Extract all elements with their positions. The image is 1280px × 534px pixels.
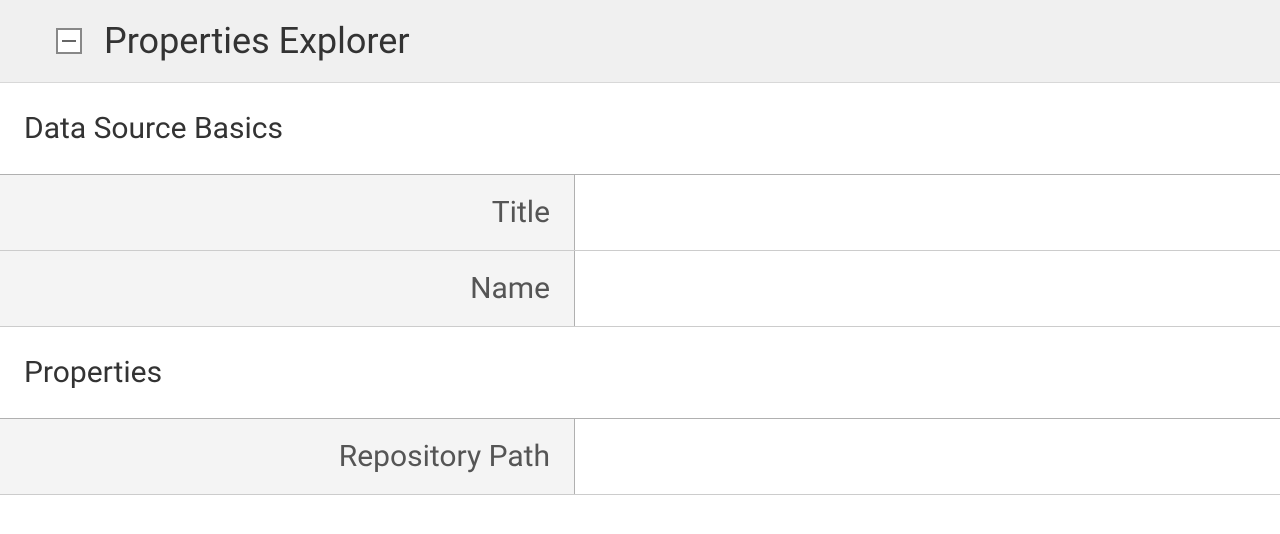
form-input-cell-name xyxy=(575,251,1280,326)
section-heading-properties: Properties xyxy=(0,327,1280,419)
form-row-title: Title xyxy=(0,175,1280,251)
form-row-repo-path: Repository Path xyxy=(0,419,1280,495)
form-label-name: Name xyxy=(0,251,575,326)
section-heading-basics: Data Source Basics xyxy=(0,83,1280,175)
panel-header: Properties Explorer xyxy=(0,0,1280,83)
panel-title: Properties Explorer xyxy=(104,20,410,62)
form-label-repo-path: Repository Path xyxy=(0,419,575,494)
collapse-toggle-icon[interactable] xyxy=(56,28,82,54)
form-input-cell-repo-path xyxy=(575,419,1280,494)
minus-icon xyxy=(62,40,76,42)
repository-path-input[interactable] xyxy=(575,419,1280,494)
form-input-cell-title xyxy=(575,175,1280,250)
form-label-title: Title xyxy=(0,175,575,250)
name-input[interactable] xyxy=(575,251,1280,326)
title-input[interactable] xyxy=(575,175,1280,250)
form-row-name: Name xyxy=(0,251,1280,327)
